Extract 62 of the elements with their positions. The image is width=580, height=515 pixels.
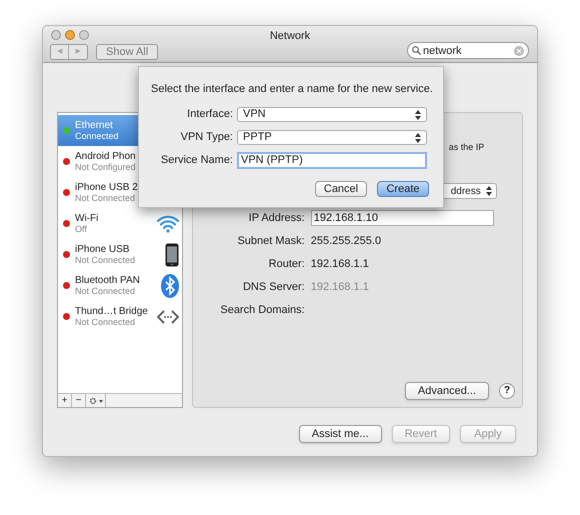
dialog-button[interactable]: Cancel — [315, 180, 367, 196]
status-description: as the IP — [448, 141, 484, 154]
search-text: network — [423, 44, 463, 56]
footer-button[interactable]: Assist me... — [298, 425, 382, 443]
service-status: Connected — [75, 130, 120, 142]
service-item[interactable]: iPhone USB 2 Not Connected — [58, 177, 182, 208]
configure-value: ddress — [450, 184, 481, 198]
field-value: 255.255.255.0 — [310, 234, 382, 249]
field-label: Subnet Mask: — [236, 234, 305, 249]
advanced-button[interactable]: Advanced... — [404, 382, 489, 400]
dialog-message: Select the interface and enter a name for the new service. — [151, 82, 431, 97]
popup-value: PPTP — [243, 130, 272, 146]
help-button[interactable]: ? — [499, 383, 515, 399]
dialog-label: VPN Type: — [180, 130, 233, 146]
service-name: Wi-Fi — [75, 212, 100, 224]
service-status: Not Connected — [75, 286, 136, 296]
clear-icon[interactable] — [514, 46, 524, 56]
service-status: Not Connected — [75, 316, 136, 328]
service-name: Ethernet — [75, 120, 114, 130]
search-field[interactable]: network — [407, 42, 529, 59]
service-status: Not Configured — [75, 162, 137, 172]
service-item[interactable]: Wi-Fi Off — [58, 208, 182, 239]
field-label: DNS Server: — [242, 280, 305, 295]
zoom-button[interactable] — [79, 30, 89, 40]
double-arrow-icon — [156, 310, 179, 324]
show-all-button[interactable]: Show All — [96, 44, 158, 60]
popup-value: VPN — [243, 107, 266, 122]
popup-button[interactable]: PPTP — [237, 130, 427, 145]
phone-icon — [164, 242, 179, 266]
field-label: Search Domains: — [219, 302, 305, 318]
ip-address-field[interactable]: 192.168.1.10 — [310, 210, 494, 226]
search-icon — [412, 46, 421, 55]
dialog-label: Service Name: — [160, 153, 233, 168]
dialog-label: Interface: — [186, 107, 233, 122]
close-button[interactable] — [51, 30, 61, 40]
service-status: Off — [75, 224, 88, 234]
field-label: Router: — [268, 256, 305, 272]
service-name: Thund…t Bridge — [75, 306, 149, 316]
field-value: 192.168.1.1 — [310, 256, 369, 272]
service-status: Not Connected — [75, 254, 136, 266]
service-name: iPhone USB 2 — [75, 182, 139, 192]
service-status: Not Connected — [75, 192, 136, 204]
popup-button[interactable]: VPN — [237, 107, 427, 122]
service-name: iPhone USB — [75, 244, 130, 254]
add-button[interactable]: + — [58, 394, 72, 407]
field-value: 192.168.1.1 — [310, 280, 369, 295]
gear-icon — [88, 396, 102, 404]
dialog-button[interactable]: Create — [377, 180, 429, 196]
service-item[interactable]: iPhone USB Not Connected — [58, 239, 182, 270]
window-title: Network — [270, 29, 310, 44]
remove-button[interactable]: − — [72, 394, 86, 407]
wifi-icon — [156, 214, 179, 232]
service-item[interactable]: Bluetooth PAN Not Connected — [58, 270, 182, 301]
service-name-field[interactable]: VPN (PPTP) — [237, 152, 427, 169]
minimize-button[interactable] — [65, 30, 75, 40]
stepper-arrows-icon — [415, 110, 421, 120]
service-name: Bluetooth PAN — [75, 274, 141, 286]
field-label: IP Address: — [248, 210, 305, 226]
stepper-arrows-icon — [415, 132, 421, 142]
bluetooth-icon — [160, 274, 179, 298]
service-item[interactable]: Thund…t Bridge Not Connected — [58, 301, 182, 332]
stepper-arrows-icon — [486, 186, 492, 196]
